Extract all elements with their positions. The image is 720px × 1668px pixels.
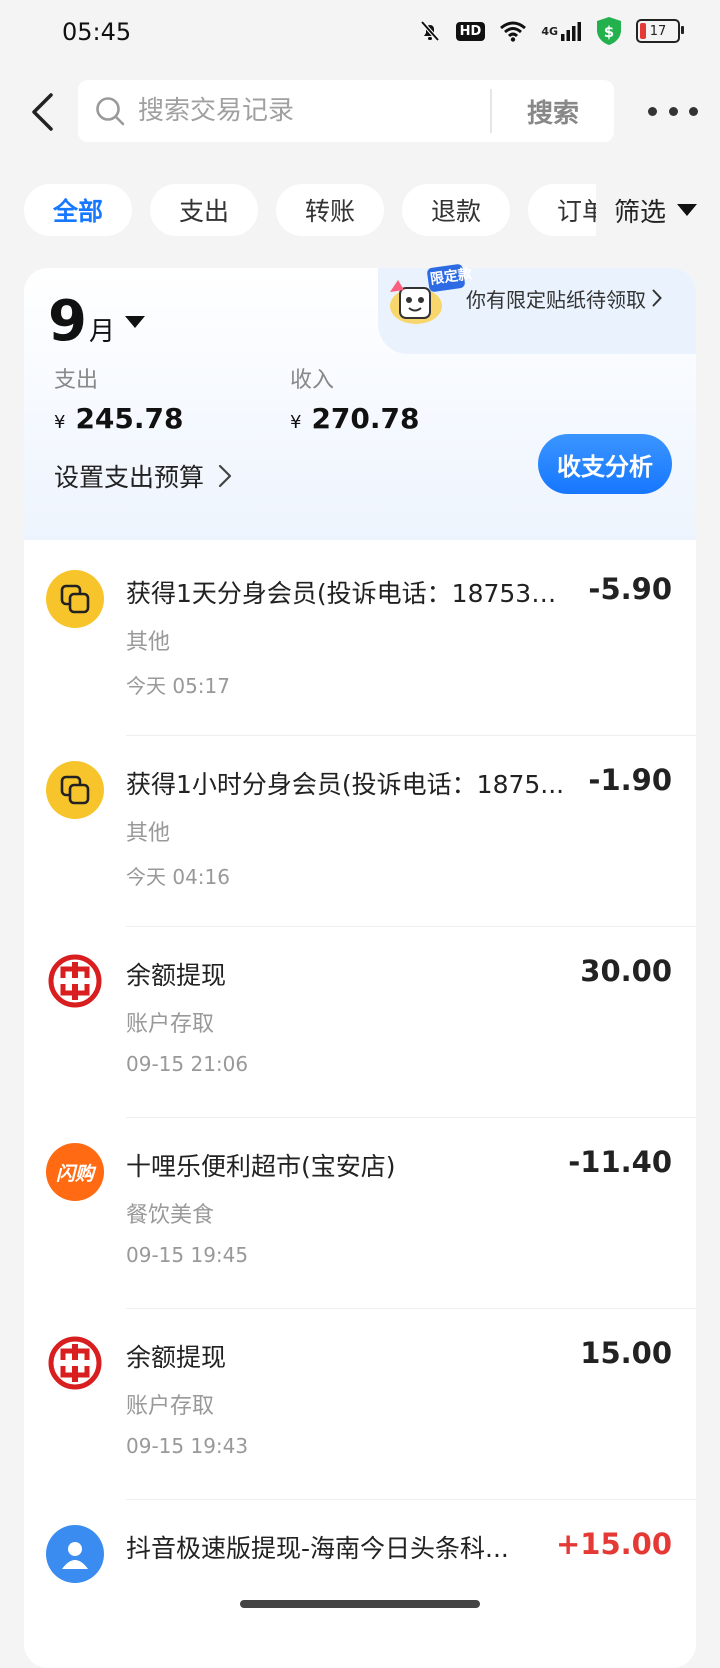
income-currency: ¥: [290, 412, 302, 433]
cellular-signal-icon: 4G: [541, 20, 582, 42]
tab-expense[interactable]: 支出: [150, 184, 258, 236]
transaction-amount: -11.40: [568, 1145, 672, 1179]
search-icon: [94, 95, 126, 127]
battery-level: 17: [649, 23, 667, 39]
caret-down-icon: [677, 204, 697, 216]
transaction-row[interactable]: 余额提现 30.00 账户存取 09-15 21:06: [24, 922, 696, 1118]
income-expense-analysis-button[interactable]: 收支分析: [538, 434, 672, 494]
transaction-title: 抖音极速版提现-海南今日头条科...: [126, 1534, 509, 1563]
bill-card: 9 月 支出 ¥ 245.78 收入 ¥ 270.78 设置支出预算 收支分析 …: [24, 268, 696, 1668]
month-selector[interactable]: 9 月: [48, 294, 145, 350]
security-shield-icon: $: [596, 16, 622, 46]
transaction-amount: -5.90: [588, 572, 672, 606]
icbc-logo-icon: [46, 1334, 104, 1392]
transaction-time: 今天 04:16: [126, 865, 230, 889]
merchant-logo-text: 闪购: [55, 1162, 94, 1185]
transaction-amount: -1.90: [588, 763, 672, 797]
status-time: 05:45: [62, 18, 132, 46]
network-type-label: 4G: [541, 24, 558, 38]
transaction-title: 获得1天分身会员(投诉电话：187532...: [126, 579, 566, 608]
search-box[interactable]: 搜索: [78, 80, 614, 142]
search-button[interactable]: 搜索: [492, 93, 614, 130]
transaction-category: 其他: [126, 821, 171, 846]
caret-down-icon: [124, 316, 145, 328]
transaction-time: 09-15 21:06: [126, 1052, 249, 1076]
battery-icon: 17: [636, 19, 684, 43]
more-dot-icon: [648, 106, 657, 116]
home-indicator[interactable]: [240, 1600, 480, 1608]
expense-value: 245.78: [75, 402, 184, 435]
transaction-amount: 15.00: [580, 1336, 672, 1370]
transaction-category: 其他: [126, 630, 171, 655]
wifi-icon: [499, 20, 527, 42]
sticker-banner-text: 你有限定贴纸待领取: [466, 287, 646, 312]
hd-icon: HD: [455, 21, 486, 41]
sticker-banner[interactable]: 限定款 你有限定贴纸待领取: [382, 262, 694, 334]
transaction-row[interactable]: 余额提现 15.00 账户存取 09-15 19:43: [24, 1304, 696, 1500]
transaction-title: 十哩乐便利超市(宝安店): [126, 1152, 396, 1181]
copy-icon: [46, 761, 104, 819]
icbc-logo-icon: [46, 952, 104, 1010]
tab-transfer[interactable]: 转账: [276, 184, 384, 236]
transaction-time: 09-15 19:45: [126, 1243, 249, 1267]
transaction-row[interactable]: 获得1天分身会员(投诉电话：187532... -5.90 其他今天 05:17: [24, 540, 696, 736]
filter-button[interactable]: 筛选: [605, 184, 698, 236]
month-unit: 月: [88, 317, 115, 347]
expense-currency: ¥: [54, 412, 66, 433]
income-summary: 收入 ¥ 270.78: [290, 362, 420, 435]
copy-icon: [46, 570, 104, 628]
shangou-logo-icon: 闪购: [46, 1143, 104, 1201]
svg-text:$: $: [604, 23, 614, 41]
more-dot-icon: [668, 106, 678, 116]
transaction-title: 余额提现: [126, 1343, 227, 1372]
transaction-category: 账户存取: [126, 1012, 215, 1037]
transaction-row[interactable]: 获得1小时分身会员(投诉电话：1875... -1.90 其他今天 04:16: [24, 731, 696, 927]
set-budget-label: 设置支出预算: [54, 463, 205, 492]
set-budget-link[interactable]: 设置支出预算: [54, 458, 232, 494]
filter-label: 筛选: [613, 197, 666, 228]
status-bar: 05:45 HD 4G $ 17: [0, 0, 720, 64]
more-options-button[interactable]: [648, 96, 698, 126]
tab-all[interactable]: 全部: [24, 184, 132, 236]
more-dot-icon: [689, 106, 698, 116]
sticker-illustration-icon: 限定款: [382, 262, 473, 334]
transaction-row[interactable]: 抖音极速版提现-海南今日头条科... +15.00: [24, 1495, 696, 1668]
transaction-time: 今天 05:17: [126, 674, 230, 698]
month-number: 9: [48, 289, 87, 354]
transaction-category: 账户存取: [126, 1394, 215, 1419]
chevron-right-icon: [652, 289, 662, 307]
income-label: 收入: [290, 368, 335, 393]
transaction-time: 09-15 19:43: [126, 1434, 249, 1458]
income-value: 270.78: [311, 402, 420, 435]
expense-summary: 支出 ¥ 245.78: [54, 362, 184, 435]
search-input[interactable]: [136, 95, 490, 127]
chevron-right-icon: [218, 464, 232, 488]
back-arrow-icon: [32, 93, 53, 131]
transaction-title: 余额提现: [126, 961, 227, 990]
expense-label: 支出: [54, 368, 99, 393]
transaction-title: 获得1小时分身会员(投诉电话：1875...: [126, 770, 565, 799]
transaction-amount: +15.00: [555, 1527, 672, 1561]
status-icons: HD 4G $ 17: [418, 16, 684, 46]
tab-order[interactable]: 订单: [528, 184, 596, 236]
back-button[interactable]: [22, 88, 62, 136]
transaction-amount: 30.00: [580, 954, 672, 988]
transaction-category: 餐饮美食: [126, 1203, 215, 1228]
mute-icon: [418, 19, 442, 43]
filter-tabs: 全部 支出 转账 退款 订单: [24, 184, 596, 236]
transaction-row[interactable]: 闪购 十哩乐便利超市(宝安店) -11.40 餐饮美食 09-15 19:45: [24, 1113, 696, 1309]
person-icon: [46, 1525, 104, 1583]
tab-refund[interactable]: 退款: [402, 184, 510, 236]
